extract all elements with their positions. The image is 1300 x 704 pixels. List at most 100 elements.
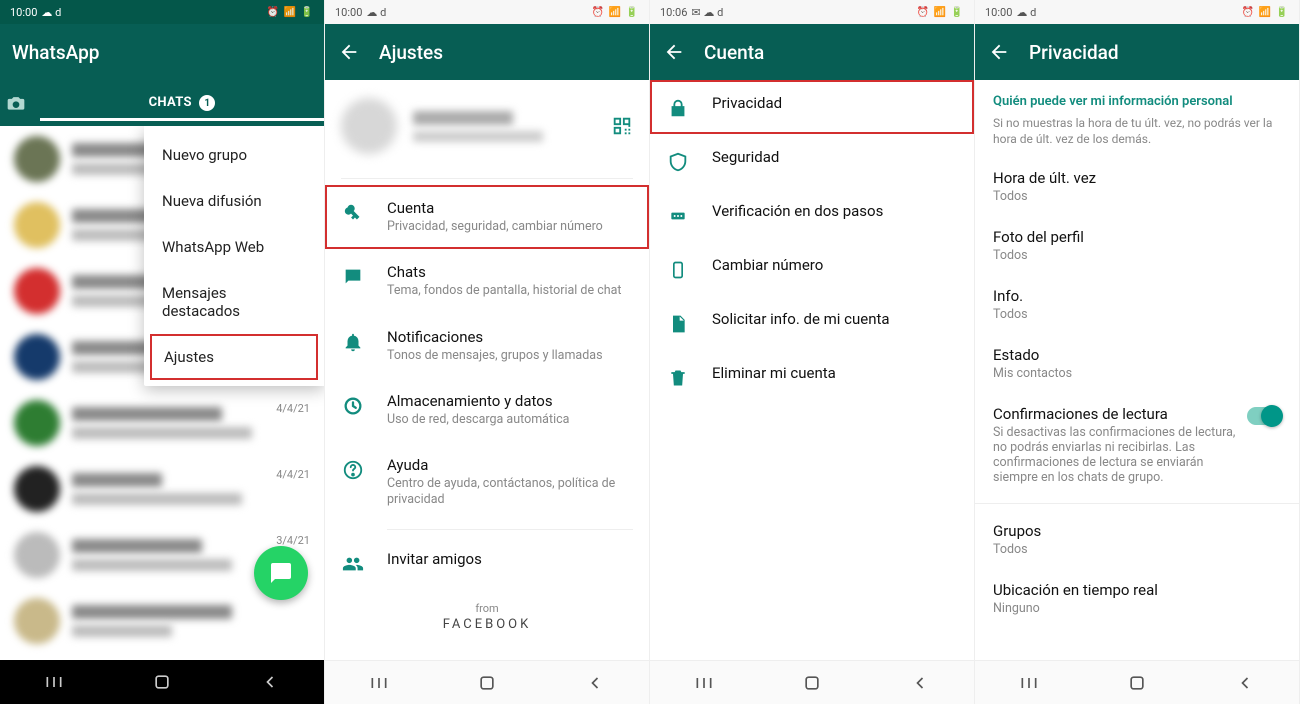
row-title: Seguridad (712, 148, 958, 166)
avatar (14, 532, 60, 578)
menu-nuevo-grupo[interactable]: Nuevo grupo (144, 132, 324, 178)
profile-row[interactable] (325, 80, 649, 172)
chat-row[interactable]: 4/4/21 (4, 390, 320, 456)
app-bar: Cuenta (650, 24, 974, 80)
menu-whatsapp-web[interactable]: WhatsApp Web (144, 224, 324, 270)
nav-recents-icon[interactable] (368, 672, 390, 694)
status-bar: 10:00☁ d ⏰ 📶 🔋 (975, 0, 1299, 24)
status-weather: ☁ d (1016, 6, 1036, 19)
row-eliminar-cuenta[interactable]: Eliminar mi cuenta (650, 350, 974, 404)
help-icon (341, 458, 365, 482)
nav-home-icon[interactable] (476, 672, 498, 694)
nav-back-icon[interactable] (1234, 672, 1256, 694)
row-title: Hora de últ. vez (993, 169, 1281, 187)
menu-destacados[interactable]: Mensajes destacados (144, 270, 324, 334)
menu-ajustes[interactable]: Ajustes (150, 334, 318, 380)
row-value: Todos (993, 189, 1281, 204)
row-ubicacion[interactable]: Ubicación en tiempo real Ninguno (975, 569, 1299, 628)
camera-icon[interactable] (6, 93, 40, 113)
nav-home-icon[interactable] (1126, 672, 1148, 694)
app-title: WhatsApp (12, 41, 99, 64)
page-title: Ajustes (379, 41, 443, 64)
row-solicitar-info[interactable]: Solicitar info. de mi cuenta (650, 296, 974, 350)
toggle-switch[interactable] (1247, 407, 1281, 425)
pin-icon (666, 204, 690, 228)
row-cambiar-numero[interactable]: Cambiar número (650, 242, 974, 296)
nav-recents-icon[interactable] (693, 672, 715, 694)
row-grupos[interactable]: Grupos Todos (975, 510, 1299, 569)
back-icon[interactable] (987, 40, 1011, 64)
row-title: Info. (993, 287, 1281, 305)
row-confirmaciones-lectura[interactable]: Confirmaciones de lectura Si desactivas … (975, 393, 1299, 497)
privacy-list: Quién puede ver mi información personal … (975, 80, 1299, 660)
data-icon (341, 394, 365, 418)
row-title: Ubicación en tiempo real (993, 581, 1281, 599)
tab-chats-label: CHATS (149, 95, 192, 110)
app-bar: Privacidad (975, 24, 1299, 80)
row-foto-perfil[interactable]: Foto del perfil Todos (975, 216, 1299, 275)
row-privacidad[interactable]: Privacidad (650, 80, 974, 134)
chat-row[interactable]: 4/4/21 (4, 456, 320, 522)
row-dospasos[interactable]: Verificación en dos pasos (650, 188, 974, 242)
row-title: Estado (993, 346, 1281, 364)
nav-back-icon[interactable] (584, 672, 606, 694)
back-icon[interactable] (337, 40, 361, 64)
chat-date: 4/4/21 (276, 402, 310, 415)
nav-home-icon[interactable] (801, 672, 823, 694)
status-time: 10:00 (10, 6, 37, 19)
row-title: Almacenamiento y datos (387, 392, 633, 410)
lock-icon (666, 96, 690, 120)
status-time: 10:00 (335, 6, 362, 19)
nav-recents-icon[interactable] (1018, 672, 1040, 694)
row-subtitle: Uso de red, descarga automática (387, 412, 633, 428)
row-info[interactable]: Info. Todos (975, 275, 1299, 334)
account-list: Privacidad Seguridad Verificación en dos… (650, 80, 974, 660)
key-icon (341, 201, 365, 225)
row-invitar[interactable]: Invitar amigos (325, 536, 649, 590)
document-icon (666, 312, 690, 336)
status-weather: ☁ d (41, 6, 61, 19)
phone-chats: 10:00☁ d ⏰ 📶 🔋 WhatsApp CHATS 1 (0, 0, 325, 704)
status-icons: ⏰ 📶 🔋 (1242, 7, 1289, 18)
avatar (14, 268, 60, 314)
phone-cuenta: 10:06✉ ☁ d ⏰ 📶 🔋 Cuenta Privacidad Segur… (650, 0, 975, 704)
nav-home-icon[interactable] (151, 671, 173, 693)
chat-list-container: Ayer Ayer 4/4/21 4/4/21 3/4/21 (0, 126, 324, 660)
tab-chats[interactable]: CHATS 1 (40, 85, 324, 122)
chat-date: 4/4/21 (276, 468, 310, 481)
row-subtitle: Tema, fondos de pantalla, historial de c… (387, 283, 633, 299)
footer-facebook: FACEBOOK (325, 617, 649, 632)
row-seguridad[interactable]: Seguridad (650, 134, 974, 188)
page-title: Cuenta (704, 41, 764, 64)
row-value: Mis contactos (993, 366, 1281, 381)
row-title: Foto del perfil (993, 228, 1281, 246)
status-bar: 10:06✉ ☁ d ⏰ 📶 🔋 (650, 0, 974, 24)
footer-brand: from FACEBOOK (325, 590, 649, 654)
section-title: Quién puede ver mi información personal (975, 80, 1299, 111)
qr-icon[interactable] (611, 115, 633, 137)
row-cuenta[interactable]: CuentaPrivacidad, seguridad, cambiar núm… (325, 185, 649, 249)
app-bar: Ajustes (325, 24, 649, 80)
row-subtitle: Centro de ayuda, contáctanos, política d… (387, 476, 633, 509)
row-almacenamiento[interactable]: Almacenamiento y datos Uso de red, descar… (325, 378, 649, 442)
avatar (14, 334, 60, 380)
overflow-menu: Nuevo grupo Nueva difusión WhatsApp Web … (144, 126, 324, 386)
new-chat-fab[interactable] (254, 546, 308, 600)
nav-recents-icon[interactable] (43, 671, 65, 693)
nav-back-icon[interactable] (259, 671, 281, 693)
row-value: Ninguno (993, 601, 1281, 616)
row-estado[interactable]: Estado Mis contactos (975, 334, 1299, 393)
row-ayuda[interactable]: AyudaCentro de ayuda, contáctanos, polít… (325, 442, 649, 523)
row-ultvez[interactable]: Hora de últ. vez Todos (975, 157, 1299, 216)
section-subtitle: Si no muestras la hora de tu últ. vez, n… (975, 111, 1299, 157)
row-subtitle: Privacidad, seguridad, cambiar número (387, 219, 633, 235)
nav-back-icon[interactable] (909, 672, 931, 694)
row-notificaciones[interactable]: NotificacionesTonos de mensajes, grupos … (325, 314, 649, 378)
shield-icon (666, 150, 690, 174)
row-value: Todos (993, 307, 1281, 322)
tab-chats-badge: 1 (199, 95, 215, 111)
back-icon[interactable] (662, 40, 686, 64)
status-icons: ⏰ 📶 🔋 (917, 7, 964, 18)
menu-nueva-difusion[interactable]: Nueva difusión (144, 178, 324, 224)
row-chats[interactable]: ChatsTema, fondos de pantalla, historial… (325, 249, 649, 313)
